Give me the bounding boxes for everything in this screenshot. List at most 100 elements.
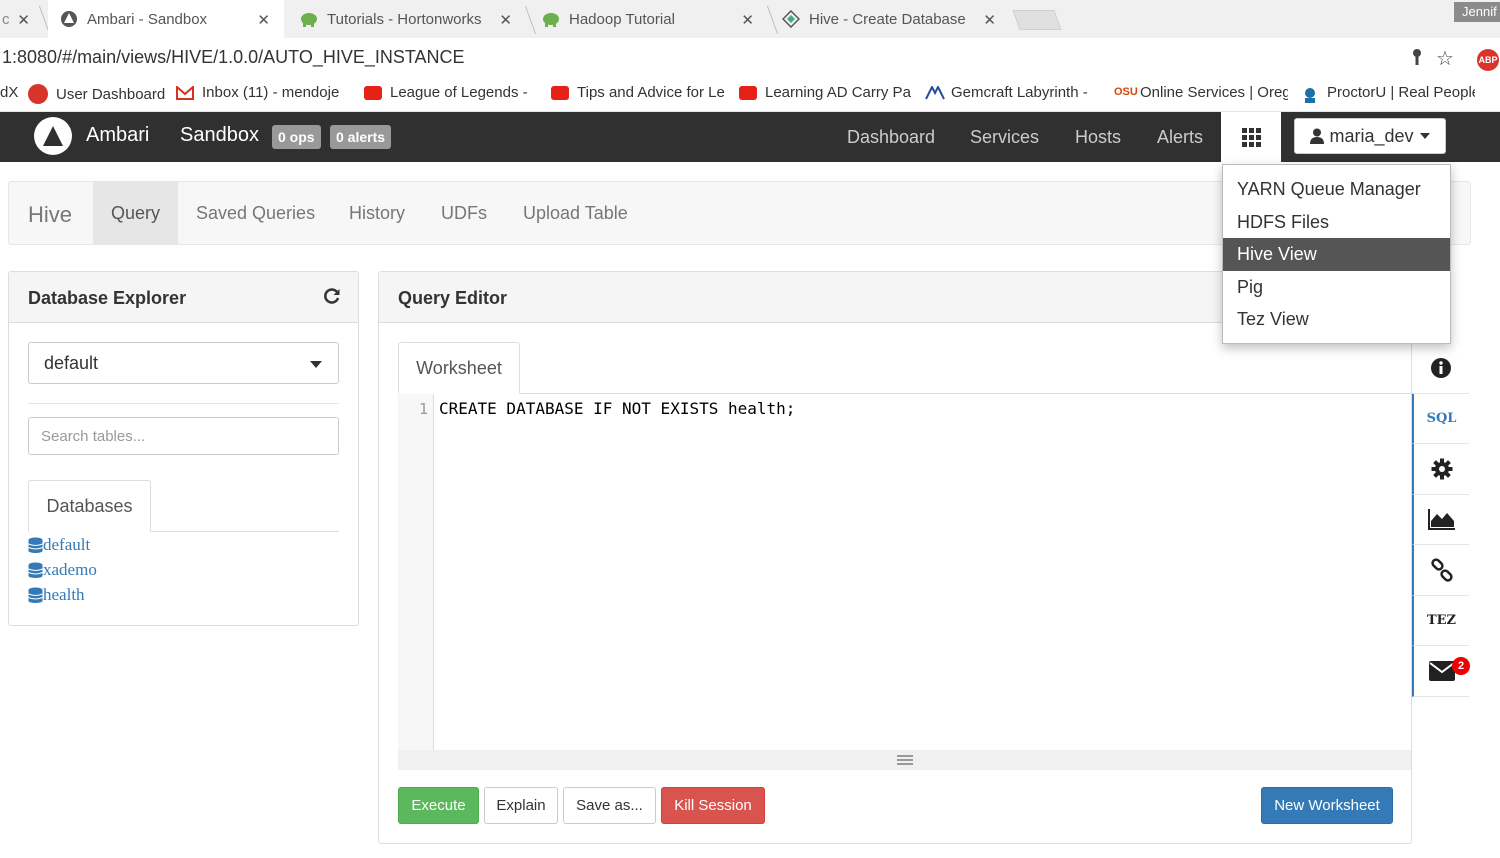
search-tables-input[interactable]	[28, 417, 339, 455]
views-grid-button[interactable]	[1221, 112, 1281, 162]
tez-tool[interactable]: TEZ	[1412, 595, 1469, 646]
explain-button[interactable]: Explain	[484, 787, 558, 824]
bookmark-item[interactable]: ProctorU | Real People	[1301, 84, 1475, 103]
browser-tab-hadoop[interactable]: Hadoop Tutorial ✕	[530, 0, 768, 38]
divider	[28, 403, 339, 404]
nav-link-dashboard[interactable]: Dashboard	[847, 127, 935, 148]
tab-title: Tutorials - Hortonworks	[327, 10, 482, 28]
nav-link-hosts[interactable]: Hosts	[1075, 127, 1121, 148]
bookmark-label: Tips and Advice for Le	[577, 84, 725, 101]
database-list: default xademo health	[28, 532, 97, 607]
nav-link-alerts[interactable]: Alerts	[1157, 127, 1203, 148]
osu-icon: OSU	[1114, 85, 1138, 98]
database-item-xademo[interactable]: xademo	[28, 557, 97, 582]
database-item-default[interactable]: default	[28, 532, 97, 557]
database-name: health	[43, 584, 85, 604]
menu-item-hdfs-files[interactable]: HDFS Files	[1223, 206, 1450, 239]
bookmark-item[interactable]: Learning AD Carry Pa	[739, 84, 911, 101]
notification-count-badge: 2	[1452, 657, 1470, 675]
tab-query[interactable]: Query	[93, 182, 179, 244]
menu-item-tez-view[interactable]: Tez View	[1223, 303, 1450, 336]
youtube-icon	[364, 85, 382, 100]
bookmark-star-icon[interactable]: ☆	[1436, 46, 1454, 71]
browser-tab-ambari[interactable]: Ambari - Sandbox ✕	[48, 0, 284, 38]
tab-title: Ambari - Sandbox	[87, 10, 208, 28]
sql-tool[interactable]: SQL	[1412, 393, 1469, 444]
kill-session-button[interactable]: Kill Session	[661, 787, 765, 824]
cluster-name[interactable]: Sandbox	[180, 124, 259, 147]
ops-badge[interactable]: 0 ops	[272, 125, 321, 149]
sql-editor[interactable]: 1 CREATE DATABASE IF NOT EXISTS health;	[398, 393, 1411, 770]
adblock-icon[interactable]: ABP	[1477, 49, 1499, 71]
visualization-tool[interactable]	[1412, 494, 1469, 545]
hive-brand[interactable]: Hive	[28, 202, 72, 228]
bookmark-label: dX	[0, 84, 19, 101]
close-icon[interactable]: ✕	[499, 11, 512, 29]
tab-udfs[interactable]: UDFs	[423, 182, 505, 244]
tab-databases[interactable]: Databases	[28, 480, 151, 532]
bookmark-label: Learning AD Carry Pa	[765, 84, 911, 101]
info-icon	[1430, 357, 1451, 378]
tab-upload-table[interactable]: Upload Table	[505, 182, 646, 244]
tab-saved-queries[interactable]: Saved Queries	[178, 182, 333, 244]
execute-button[interactable]: Execute	[398, 787, 479, 824]
browser-profile-chip[interactable]: Jennif	[1454, 2, 1500, 22]
editor-code[interactable]: CREATE DATABASE IF NOT EXISTS health;	[439, 399, 795, 418]
tez-icon: TEZ	[1426, 612, 1457, 628]
editor-gutter: 1	[398, 394, 434, 750]
browser-tab-bar: c ✕ Ambari - Sandbox ✕ Tutorials - Horto…	[0, 0, 1500, 38]
bookmark-item[interactable]: Gemcraft Labyrinth -	[925, 84, 1099, 101]
database-item-health[interactable]: health	[28, 582, 97, 607]
browser-tab-hortonworks[interactable]: Tutorials - Hortonworks ✕	[288, 0, 526, 38]
drag-handle-icon	[896, 753, 913, 767]
menu-item-pig[interactable]: Pig	[1223, 271, 1450, 304]
close-icon[interactable]: ✕	[983, 11, 996, 29]
bookmark-item[interactable]: OSU Online Services | Oreg	[1114, 84, 1288, 101]
user-menu-button[interactable]: maria_dev	[1294, 118, 1446, 154]
url-field[interactable]: 1:8080/#/main/views/HIVE/1.0.0/AUTO_HIVE…	[2, 47, 465, 68]
bookmarks-bar: dX User Dashboard Inbox (11) - mendoje L…	[0, 78, 1500, 112]
close-icon[interactable]: ✕	[17, 11, 30, 29]
save-as-button[interactable]: Save as...	[563, 787, 656, 824]
editor-resize-handle[interactable]	[398, 750, 1411, 770]
browser-tab-hive-create[interactable]: Hive - Create Database ✕	[772, 0, 1010, 38]
link-icon	[1430, 558, 1453, 582]
close-icon[interactable]: ✕	[741, 11, 754, 29]
gmail-icon	[176, 84, 194, 100]
tab-worksheet[interactable]: Worksheet	[398, 342, 520, 394]
refresh-icon[interactable]	[322, 286, 342, 311]
link-tool[interactable]	[1412, 545, 1469, 596]
bookmark-label: League of Legends -	[390, 84, 528, 101]
database-select-value: default	[44, 353, 99, 373]
address-bar: 1:8080/#/main/views/HIVE/1.0.0/AUTO_HIVE…	[0, 38, 1500, 78]
database-icon	[28, 562, 43, 578]
settings-tool[interactable]	[1412, 444, 1469, 495]
notifications-tool[interactable]: 2	[1412, 646, 1470, 697]
bookmark-item[interactable]: Inbox (11) - mendoje	[176, 84, 352, 101]
bookmark-item[interactable]: dX	[0, 84, 18, 101]
line-number: 1	[418, 400, 428, 418]
menu-item-yarn-queue-manager[interactable]: YARN Queue Manager	[1223, 173, 1450, 206]
bookmark-item[interactable]: User Dashboard	[28, 84, 165, 104]
tab-history[interactable]: History	[331, 182, 423, 244]
tab-partial-label: c	[2, 10, 10, 28]
info-tool[interactable]	[1412, 343, 1469, 394]
bookmark-item[interactable]: League of Legends -	[364, 84, 538, 101]
close-icon[interactable]: ✕	[257, 11, 270, 29]
alerts-badge[interactable]: 0 alerts	[330, 125, 392, 149]
menu-item-hive-view[interactable]: Hive View	[1223, 238, 1450, 271]
database-select[interactable]: default	[28, 342, 339, 384]
browser-tab-partial[interactable]: c ✕	[0, 0, 40, 38]
envelope-icon	[1428, 660, 1455, 681]
area-chart-icon	[1427, 509, 1455, 531]
user-icon	[1310, 128, 1325, 144]
gemcraft-icon	[925, 84, 945, 100]
new-tab-button[interactable]	[1012, 10, 1062, 30]
nav-link-services[interactable]: Services	[970, 127, 1039, 148]
ambari-brand[interactable]: Ambari	[86, 124, 149, 147]
ambari-logo-icon[interactable]	[34, 117, 72, 155]
gear-icon	[1431, 458, 1452, 480]
new-worksheet-button[interactable]: New Worksheet	[1261, 787, 1393, 824]
bookmark-item[interactable]: Tips and Advice for Le	[551, 84, 725, 101]
key-icon[interactable]	[1410, 48, 1424, 71]
